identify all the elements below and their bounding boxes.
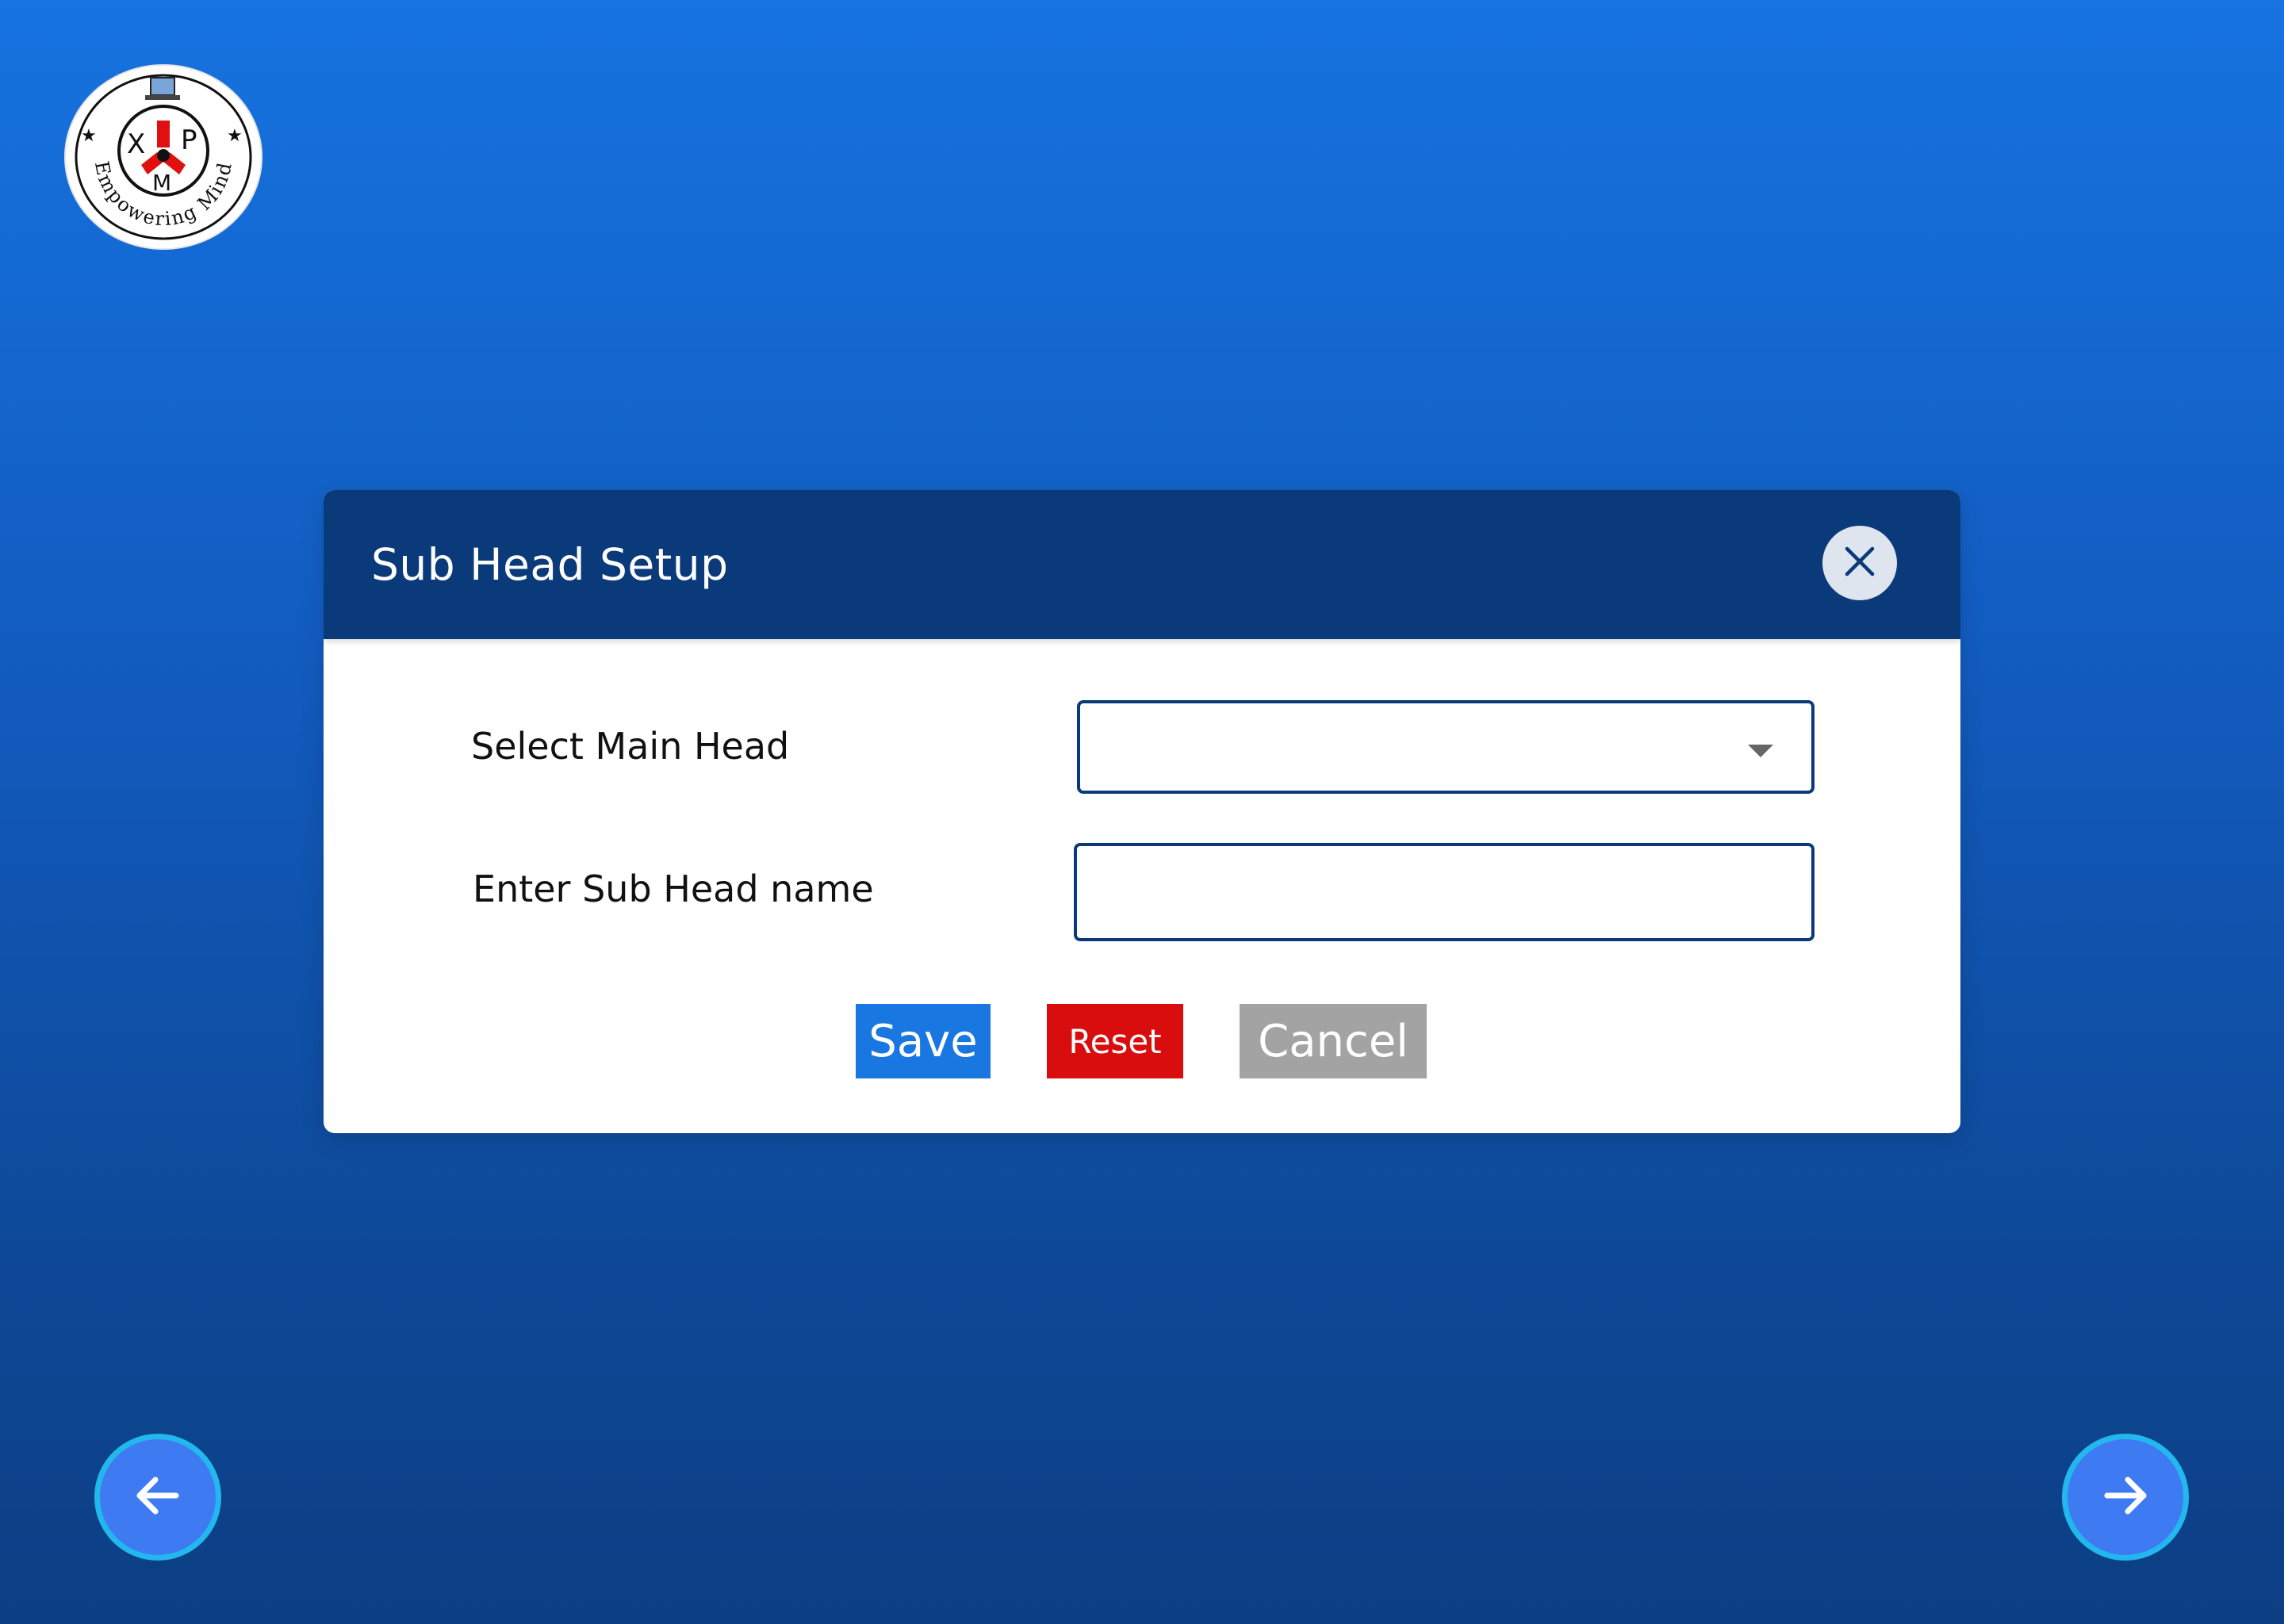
cancel-button[interactable]: Cancel	[1240, 1004, 1427, 1078]
sub-head-setup-dialog: Sub Head Setup Select Main Head Enter Su…	[324, 490, 1960, 1133]
svg-text:★: ★	[81, 126, 97, 146]
reset-button[interactable]: Reset	[1047, 1004, 1183, 1078]
sub-head-label: Enter Sub Head name	[473, 868, 874, 910]
svg-text:★: ★	[227, 126, 243, 146]
arrow-right-icon	[2098, 1468, 2153, 1527]
close-button[interactable]	[1822, 526, 1897, 600]
next-button[interactable]	[2062, 1434, 2189, 1561]
save-button[interactable]: Save	[856, 1004, 991, 1078]
logo-letter-x: X	[127, 128, 145, 160]
sub-head-name-input[interactable]	[1074, 843, 1815, 941]
arrow-left-icon	[130, 1468, 186, 1527]
main-head-select[interactable]	[1077, 700, 1815, 794]
close-icon	[1842, 544, 1877, 583]
chevron-down-icon	[1748, 745, 1773, 757]
dialog-title: Sub Head Setup	[371, 539, 729, 590]
logo-letter-p: P	[181, 124, 197, 156]
app-logo: ★ ★ X P M Empowering Mind	[63, 63, 263, 251]
dialog-header: Sub Head Setup	[324, 490, 1960, 639]
main-head-label: Select Main Head	[471, 725, 790, 768]
previous-button[interactable]	[94, 1434, 221, 1561]
logo-letter-m: M	[152, 170, 171, 196]
